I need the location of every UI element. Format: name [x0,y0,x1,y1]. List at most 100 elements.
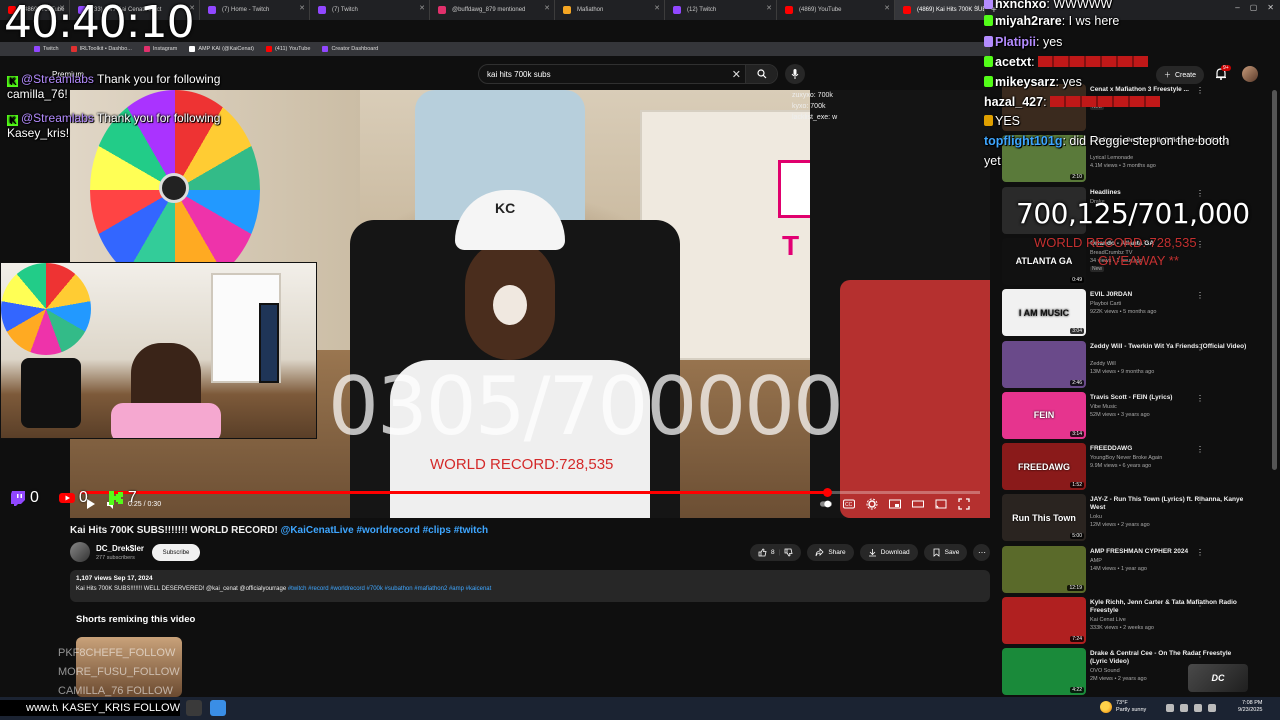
miniplayer-icon[interactable] [889,498,901,510]
channel-name[interactable]: DC_Drek$ler [96,544,144,553]
close-tab-icon[interactable]: ✕ [766,4,772,12]
more-options-icon[interactable]: ⋮ [1196,291,1204,300]
recommended-video[interactable]: Cenat x Mafiathon 3 Freestyle ...11K vie… [1002,84,1272,134]
channel-name[interactable]: AMP [1090,558,1102,564]
video-thumbnail[interactable]: FREEDAWG 1:52 [1002,443,1086,491]
taskbar-clock[interactable]: 7:08 PM 9/23/2025 [1238,700,1262,714]
close-tab-icon[interactable]: ✕ [419,4,425,12]
recommended-video[interactable]: 12:19 AMP FRESHMAN CYPHER 2024 AMP 14M view… [1002,545,1272,596]
more-options-icon[interactable]: ⋮ [1196,599,1204,608]
cast-icon[interactable] [935,498,947,510]
recommended-video[interactable]: Run This Town 5:00 JAY-Z - Run This Town (… [1002,494,1272,544]
theater-mode-icon[interactable] [912,498,924,510]
voice-search-button[interactable] [785,64,805,84]
account-avatar[interactable] [1242,66,1258,82]
bookmark-item[interactable]: (411) YouTube [265,46,310,52]
channel-name[interactable]: OVO Sound [1090,668,1120,674]
bookmark-item[interactable]: AMP KAI (@KaiCenat) [189,46,254,52]
video-title[interactable]: Kyle Richh, Jenn Carter & Tata Mafiathon… [1090,599,1250,615]
channel-name[interactable]: Zeddy Will [1090,361,1116,367]
video-thumbnail[interactable]: Run This Town 5:00 [1002,494,1086,542]
more-options-icon[interactable]: ⋮ [1196,86,1204,95]
close-window-icon[interactable]: ✕ [1267,3,1274,12]
video-thumbnail[interactable]: 12:19 [1002,545,1086,593]
browser-tab[interactable]: Mafiathon ✕ [555,0,665,20]
recommended-video[interactable]: FREEDAWG 1:52 FREEDDAWG YoungBoy Never Brok… [1002,443,1272,493]
files-app-icon[interactable] [210,700,226,716]
wifi-icon[interactable] [1180,704,1188,712]
video-title[interactable]: EVIL J0RDAN [1090,291,1250,299]
chat-username[interactable]: hxnchxo [995,0,1046,11]
share-button[interactable]: Share [807,544,854,561]
scrollbar[interactable] [1272,90,1277,470]
recommended-video[interactable]: FEIN 3:14 Travis Scott - FEIN (Lyrics) Vibe… [1002,391,1272,442]
chevron-up-icon[interactable] [1166,704,1174,712]
close-tab-icon[interactable]: ✕ [544,4,550,12]
video-thumbnail[interactable]: 4:22 [1002,648,1086,696]
browser-tab[interactable]: @buffdawg_879 mentioned ✕ [430,0,555,20]
video-title[interactable]: JAY-Z - Run This Town (Lyrics) ft. Rihan… [1090,496,1250,512]
browser-tab[interactable]: (4869) YouTube ✕ [777,0,895,20]
channel-name[interactable]: Playboi Carti [1090,301,1121,307]
search-input[interactable]: kai hits 700k subs ✕ [478,64,778,84]
browser-tab[interactable]: (4869) Kai Hits 700K SUBS ✕ [895,0,985,20]
close-tab-icon[interactable]: ✕ [299,4,305,12]
channel-name[interactable]: Vibe Music [1090,404,1117,410]
more-options-icon[interactable]: ⋮ [1196,548,1204,557]
minimize-icon[interactable]: – [1235,3,1239,12]
clear-search-icon[interactable]: ✕ [732,68,741,81]
recommended-video[interactable]: 7:24 Kyle Richh, Jenn Carter & Tata Mafia… [1002,597,1272,647]
captions-icon[interactable]: CC [843,498,855,510]
chat-username[interactable]: hazal_427 [984,95,1043,109]
download-button[interactable]: Download [859,544,918,561]
video-title[interactable]: Headlines [1090,189,1250,197]
more-options-icon[interactable]: ⋮ [1196,496,1204,505]
video-title[interactable]: Zeddy Will - Twerkin Wit Ya Friends (Off… [1090,343,1250,351]
channel-name[interactable]: Kai Cenat Live [1090,617,1126,623]
browser-tab[interactable]: (7) Home - Twitch ✕ [200,0,310,20]
settings-gear-icon[interactable] [866,498,878,510]
bookmark-item[interactable]: Creator Dashboard [322,46,378,52]
more-options-icon[interactable]: ⋮ [1196,394,1204,403]
more-options-icon[interactable]: ⋮ [1196,650,1204,659]
video-title[interactable]: AMP FRESHMAN CYPHER 2024 [1090,548,1250,556]
battery-icon[interactable] [1208,704,1216,712]
save-button[interactable]: Save [923,544,968,561]
more-actions-button[interactable]: ⋯ [973,544,991,561]
chat-username[interactable]: acetxt [995,55,1031,69]
chat-username[interactable]: topflight101g [984,134,1062,148]
more-options-icon[interactable]: ⋮ [1196,445,1204,454]
video-description[interactable]: 1,107 views Sep 17, 2024 Kai Hits 700K S… [70,570,990,602]
speaker-icon[interactable] [1194,704,1202,712]
subscribe-button[interactable]: Subscribe [152,544,200,561]
chat-username[interactable]: mikeysarz [995,75,1055,89]
recommended-video[interactable]: I AM MUSIC 3:04 EVIL J0RDAN Playboi Carti 92… [1002,289,1272,339]
chat-username[interactable]: miyah2rare [995,14,1062,28]
thumbs-down-icon[interactable] [784,548,793,557]
recommended-video[interactable]: 2:46 Zeddy Will - Twerkin Wit Ya Friends … [1002,340,1272,391]
chat-username[interactable]: Platipii [995,35,1036,49]
search-button[interactable] [745,65,777,83]
video-title[interactable]: Cenat x Mafiathon 3 Freestyle ... [1090,86,1250,94]
close-tab-icon[interactable]: ✕ [884,4,890,12]
fullscreen-icon[interactable] [958,498,970,510]
close-tab-icon[interactable]: ✕ [974,4,980,12]
channel-avatar[interactable] [70,542,90,562]
search-app-icon[interactable] [186,700,202,716]
description-hashtags[interactable]: #twitch #record #worldrecord #700k #suba… [288,586,491,592]
more-options-icon[interactable]: ⋮ [1196,343,1204,352]
video-title-links[interactable]: @KaiCenatLive #worldrecord #clips #twitc… [281,525,489,536]
channel-name[interactable]: Loku [1090,514,1102,520]
channel-name[interactable]: YoungBoy Never Broke Again [1090,455,1162,461]
autoplay-toggle-icon[interactable] [820,498,832,510]
browser-tab[interactable]: (7) Twitch ✕ [310,0,430,20]
video-progress-bar[interactable] [80,488,980,497]
channel-name[interactable]: Lyrical Lemonade [1090,155,1133,161]
create-button[interactable]: ＋ Create [1156,66,1205,84]
thumbs-up-icon[interactable] [758,548,767,557]
video-title[interactable]: Travis Scott - FEIN (Lyrics) [1090,394,1250,402]
progress-scrubber[interactable] [823,488,832,497]
browser-tab[interactable]: (12) Twitch ✕ [665,0,777,20]
video-thumbnail[interactable]: FEIN 3:14 [1002,391,1086,439]
close-tab-icon[interactable]: ✕ [654,4,660,12]
